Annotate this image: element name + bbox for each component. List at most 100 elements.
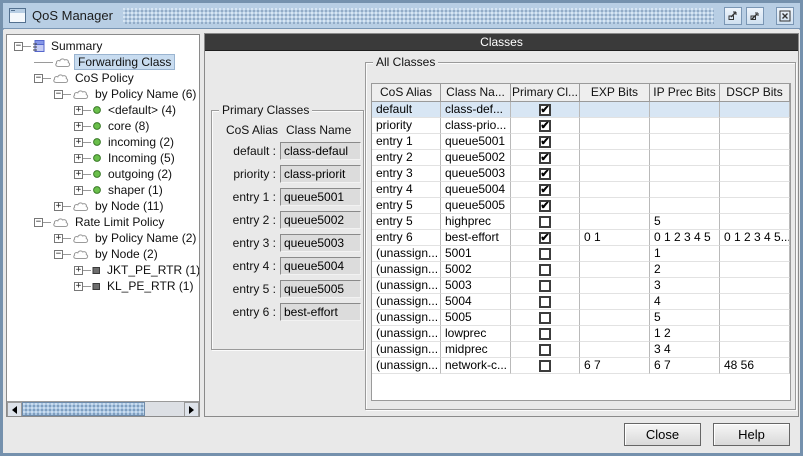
collapse-handle-icon[interactable]: − [34, 73, 43, 83]
table-row[interactable]: (unassign... 5002 2 [372, 262, 790, 278]
tree-horizontal-scrollbar[interactable] [7, 401, 199, 416]
class-name-field[interactable]: queue5003 [280, 233, 361, 252]
table-row[interactable]: (unassign... 5003 3 [372, 278, 790, 294]
expand-handle-icon[interactable]: + [74, 265, 83, 275]
close-button[interactable]: Close [624, 423, 701, 446]
table-row[interactable]: (unassign... 5004 4 [372, 294, 790, 310]
expand-handle-icon[interactable]: + [54, 201, 63, 211]
titlebar[interactable]: QoS Manager [3, 3, 800, 29]
tree-item-by-policy-name-6[interactable]: − by Policy Name (6) [7, 86, 199, 102]
expand-handle-icon[interactable]: + [74, 185, 83, 195]
table-row[interactable]: (unassign... 5005 5 [372, 310, 790, 326]
tree-item-by-node-11[interactable]: + by Node (11) [7, 198, 199, 214]
tree-item-jkt-pe-rtr-1[interactable]: + JKT_PE_RTR (1) [7, 262, 199, 278]
tree-item-summary[interactable]: − Summary [7, 38, 199, 54]
class-name-field[interactable]: queue5004 [280, 256, 361, 275]
checkbox-unchecked-icon[interactable] [539, 359, 551, 372]
tree-item-rate-limit-policy[interactable]: − Rate Limit Policy [7, 214, 199, 230]
help-button[interactable]: Help [713, 423, 790, 446]
cell-class-name: class-def... [441, 102, 511, 118]
column-header-exp-bits[interactable]: EXP Bits [580, 84, 650, 102]
column-header-dscp-bits[interactable]: DSCP Bits [720, 84, 790, 102]
tree-item-forwarding-class[interactable]: Forwarding Class [7, 54, 199, 70]
tree-item-core-8[interactable]: + core (8) [7, 118, 199, 134]
cell-primary-class [511, 214, 580, 230]
checkbox-checked-icon[interactable]: ✔ [539, 199, 551, 212]
table-row[interactable]: default class-def... ✔ [372, 102, 790, 118]
maximize-icon[interactable] [746, 6, 764, 25]
checkbox-checked-icon[interactable]: ✔ [539, 183, 551, 196]
tree-item-default-4[interactable]: + <default> (4) [7, 102, 199, 118]
table-row[interactable]: (unassign... lowprec 1 2 [372, 326, 790, 342]
collapse-handle-icon[interactable]: − [34, 217, 43, 227]
cell-exp-bits [580, 246, 650, 262]
cell-primary-class: ✔ [511, 118, 580, 134]
class-name-field[interactable]: best-effort [280, 302, 361, 321]
table-row[interactable]: entry 6 best-effort ✔ 0 10 1 2 3 4 50 1 2 3… [372, 230, 790, 246]
table-row[interactable]: priority class-prio... ✔ [372, 118, 790, 134]
collapse-handle-icon[interactable]: − [54, 89, 63, 99]
collapse-handle-icon[interactable]: − [14, 41, 23, 51]
primary-classes-rows: default : class-defaul priority : class-pri… [212, 139, 363, 323]
column-header-ip-prec-bits[interactable]: IP Prec Bits [650, 84, 720, 102]
checkbox-checked-icon[interactable]: ✔ [539, 119, 551, 132]
class-name-field[interactable]: queue5002 [280, 210, 361, 229]
column-header-primary-cl[interactable]: Primary Cl... [511, 84, 580, 102]
checkbox-unchecked-icon[interactable] [539, 263, 551, 276]
class-name-field[interactable]: queue5005 [280, 279, 361, 298]
tree-item-outgoing-2[interactable]: + outgoing (2) [7, 166, 199, 182]
checkbox-checked-icon[interactable]: ✔ [539, 231, 551, 244]
table-row[interactable]: (unassign... midprec 3 4 [372, 342, 790, 358]
table-row[interactable]: entry 4 queue5004 ✔ [372, 182, 790, 198]
cell-cos-alias: entry 6 [372, 230, 441, 246]
scroll-left-icon[interactable] [7, 402, 22, 416]
checkbox-checked-icon[interactable]: ✔ [539, 135, 551, 148]
table-row[interactable]: (unassign... network-c... 6 76 7 48 56 [372, 358, 790, 374]
expand-handle-icon[interactable]: + [74, 153, 83, 163]
tree-item-incoming-2[interactable]: + incoming (2) [7, 134, 199, 150]
column-header-cos-alias[interactable]: CoS Alias [372, 84, 441, 102]
class-name-field[interactable]: class-defaul [280, 141, 361, 160]
expand-handle-icon[interactable]: + [74, 105, 83, 115]
scrollbar-track[interactable] [22, 402, 184, 416]
expand-handle-icon[interactable]: + [74, 137, 83, 147]
checkbox-unchecked-icon[interactable] [539, 279, 551, 292]
table-row[interactable]: entry 2 queue5002 ✔ [372, 150, 790, 166]
checkbox-checked-icon[interactable]: ✔ [539, 167, 551, 180]
checkbox-unchecked-icon[interactable] [539, 343, 551, 356]
class-name-field[interactable]: class-priorit [280, 164, 361, 183]
table-row[interactable]: entry 5 queue5005 ✔ [372, 198, 790, 214]
checkbox-checked-icon[interactable]: ✔ [539, 103, 551, 116]
checkbox-unchecked-icon[interactable] [539, 215, 551, 228]
checkbox-unchecked-icon[interactable] [539, 311, 551, 324]
tree-item-kl-pe-rtr-1[interactable]: + KL_PE_RTR (1) [7, 278, 199, 294]
minimize-icon[interactable] [724, 6, 742, 25]
close-icon[interactable] [776, 6, 794, 25]
table-row[interactable]: entry 1 queue5001 ✔ [372, 134, 790, 150]
collapse-handle-icon[interactable]: − [54, 249, 63, 259]
scrollbar-thumb[interactable] [22, 402, 146, 416]
tree-item-incoming-5[interactable]: + Incoming (5) [7, 150, 199, 166]
tree-item-by-policy-name-2[interactable]: + by Policy Name (2) [7, 230, 199, 246]
checkbox-unchecked-icon[interactable] [539, 295, 551, 308]
expand-handle-icon[interactable]: + [74, 121, 83, 131]
tree-connector [83, 157, 91, 159]
class-name-field[interactable]: queue5001 [280, 187, 361, 206]
cell-class-name: queue5005 [441, 198, 511, 214]
panel-header: Classes [205, 34, 798, 51]
table-row[interactable]: entry 5 highprec 5 [372, 214, 790, 230]
checkbox-unchecked-icon[interactable] [539, 247, 551, 260]
expand-handle-icon[interactable]: + [54, 233, 63, 243]
tree-item-cos-policy[interactable]: − CoS Policy [7, 70, 199, 86]
checkbox-checked-icon[interactable]: ✔ [539, 151, 551, 164]
expand-handle-icon[interactable]: + [74, 281, 83, 291]
scroll-right-icon[interactable] [184, 402, 199, 416]
cell-class-name: queue5004 [441, 182, 511, 198]
tree-item-shaper-1[interactable]: + shaper (1) [7, 182, 199, 198]
checkbox-unchecked-icon[interactable] [539, 327, 551, 340]
table-row[interactable]: entry 3 queue5003 ✔ [372, 166, 790, 182]
tree-item-by-node-2[interactable]: − by Node (2) [7, 246, 199, 262]
table-row[interactable]: (unassign... 5001 1 [372, 246, 790, 262]
column-header-class-na[interactable]: Class Na... [441, 84, 511, 102]
expand-handle-icon[interactable]: + [74, 169, 83, 179]
